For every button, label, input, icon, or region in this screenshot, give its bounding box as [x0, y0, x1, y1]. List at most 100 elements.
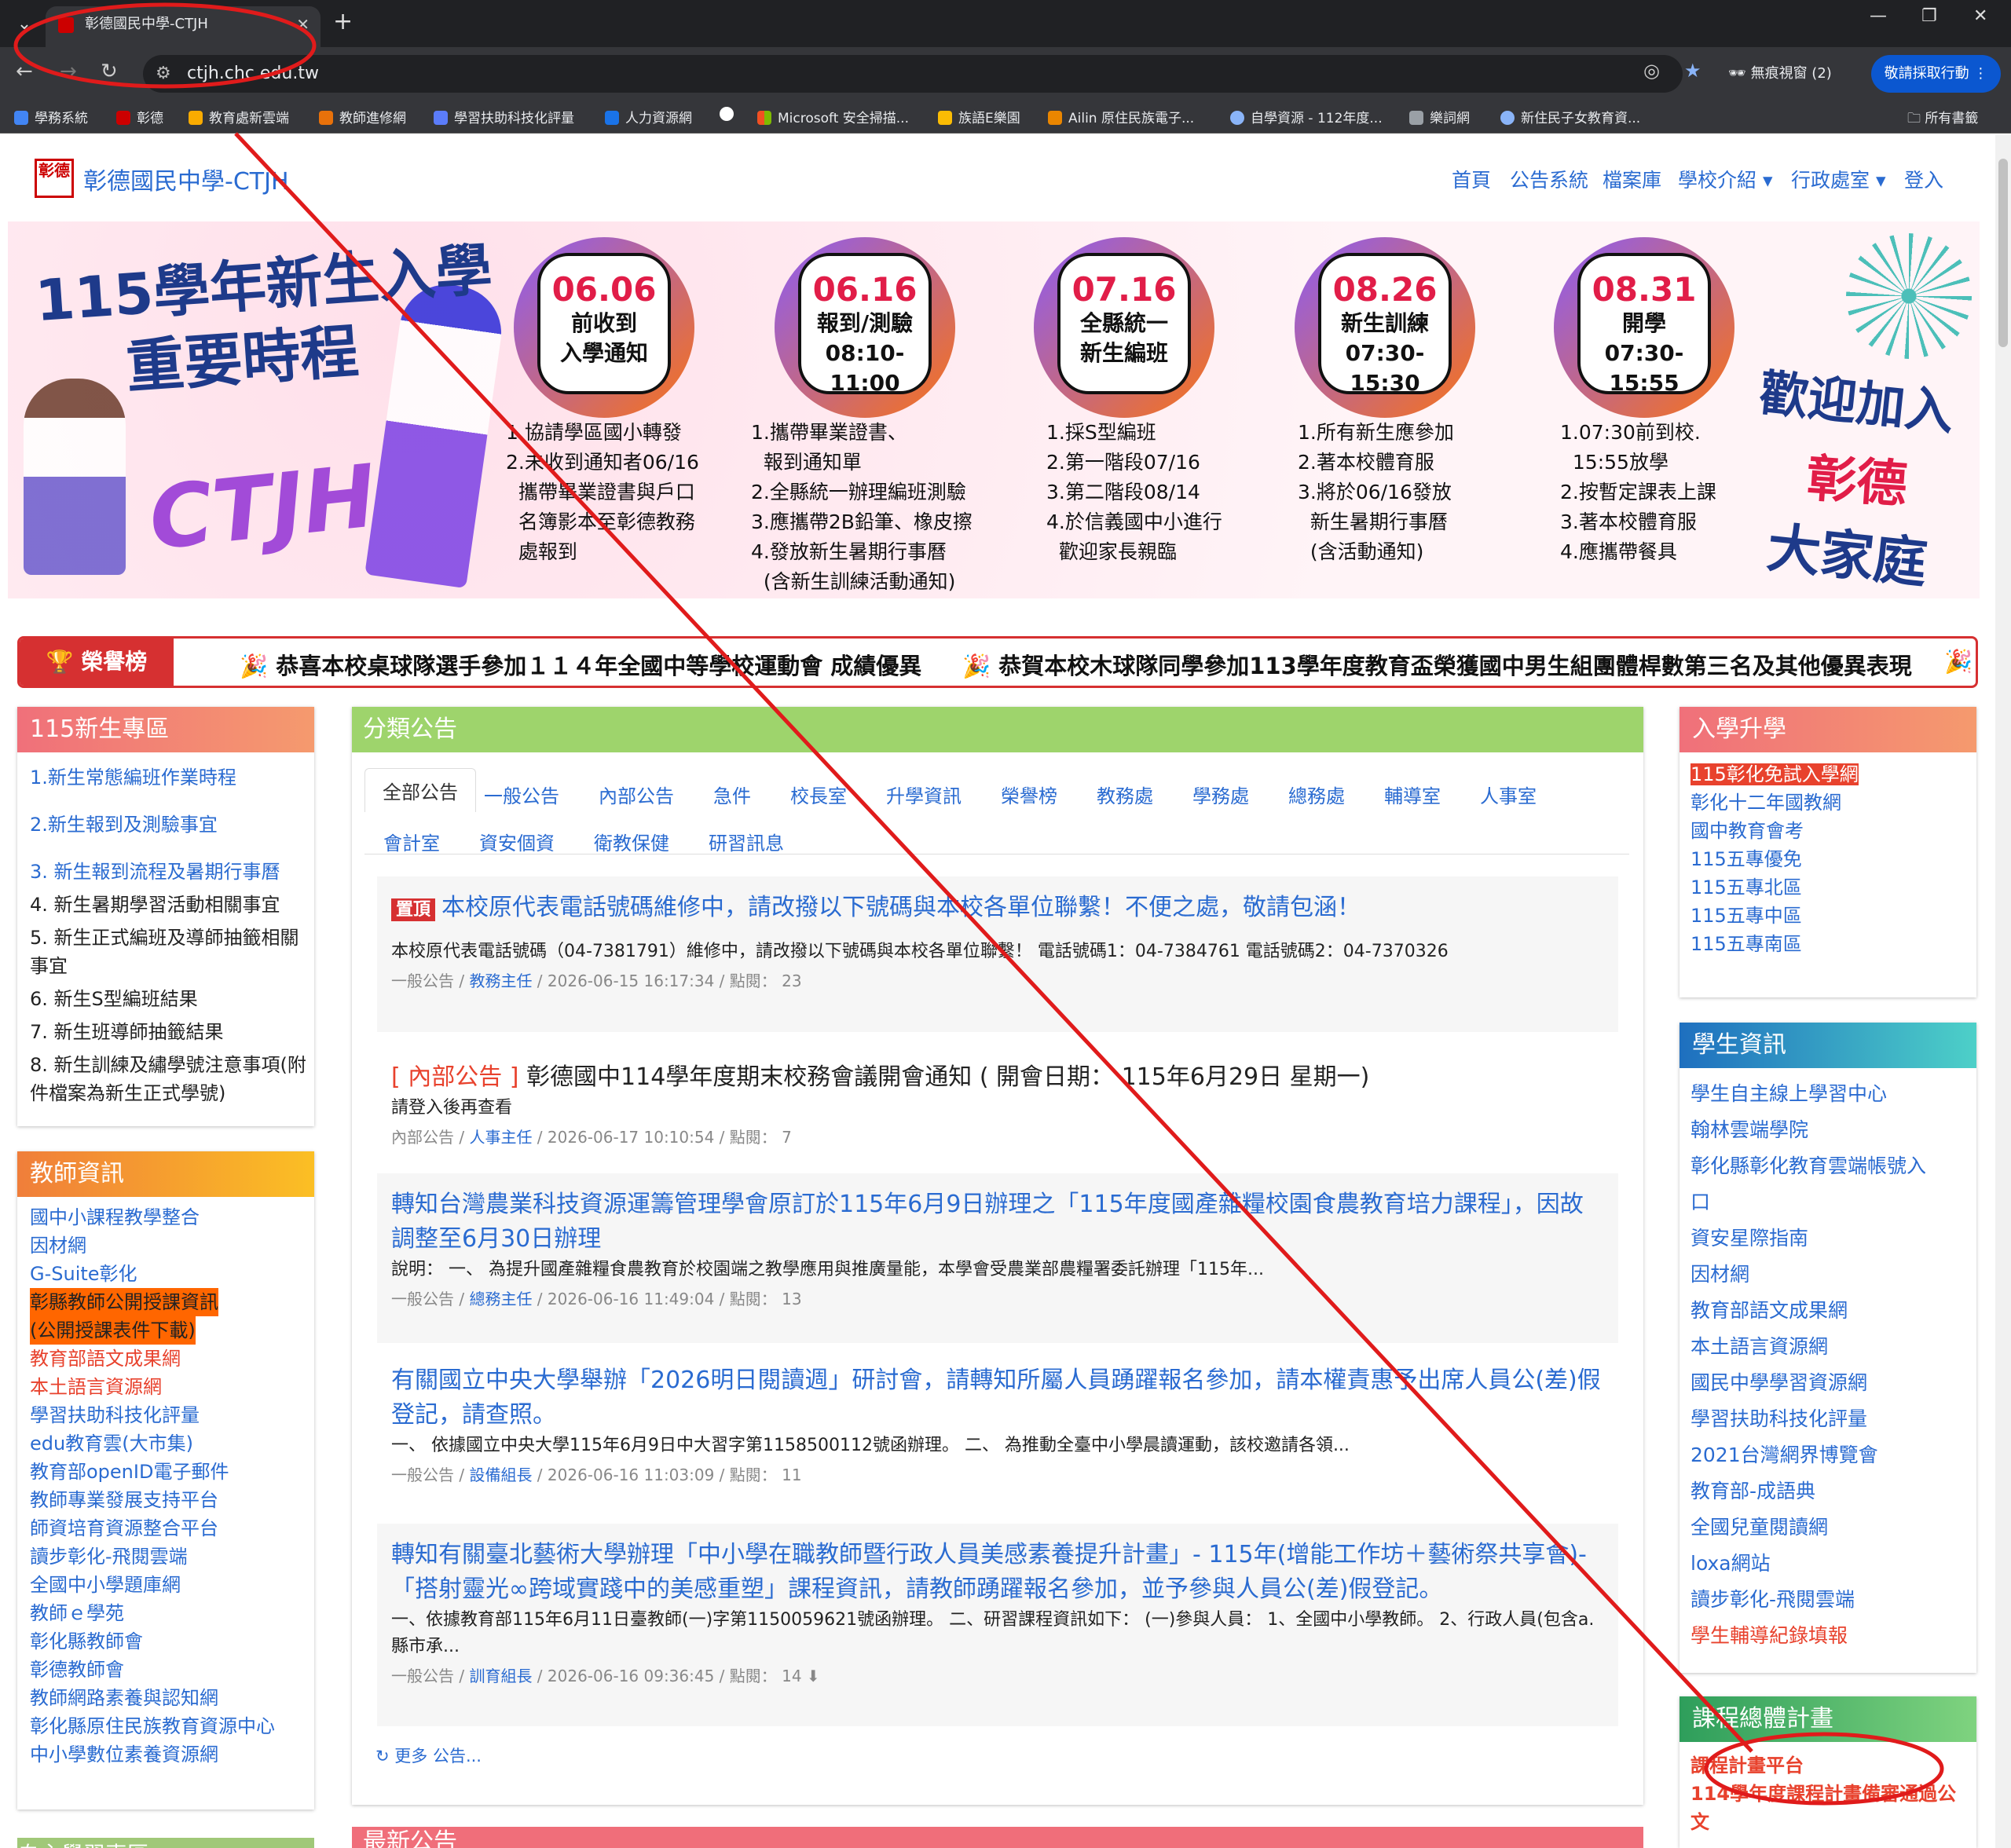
- curriculum-link[interactable]: 文: [1690, 1808, 1965, 1836]
- teacher-link[interactable]: (公開授課表件下載): [30, 1316, 196, 1345]
- list-item[interactable]: 事宜: [30, 952, 302, 980]
- minimize-icon[interactable]: —: [1870, 6, 1887, 26]
- admission-link[interactable]: 115五專北區: [1690, 873, 1965, 902]
- teacher-link[interactable]: 國中小課程教學整合: [30, 1203, 302, 1231]
- post-title-text[interactable]: 本校原代表電話號碼維修中，請改撥以下號碼與本校各單位聯繫！不便之處，敬請包涵！: [441, 894, 1361, 921]
- student-link[interactable]: 全國兒童閱讀網: [1690, 1510, 1965, 1546]
- student-link[interactable]: 口: [1690, 1184, 1965, 1220]
- bookmark-2[interactable]: 彰德: [116, 107, 163, 126]
- close-tab-icon[interactable]: ✕: [296, 6, 310, 42]
- bookmark-11[interactable]: 樂詞網: [1409, 107, 1470, 126]
- teacher-link[interactable]: 學習扶助科技化評量: [30, 1401, 302, 1429]
- post-author[interactable]: 訓育組長: [469, 1667, 532, 1685]
- all-bookmarks[interactable]: 🗀 所有書籤: [1907, 107, 1978, 131]
- new-tab-icon[interactable]: +: [333, 8, 353, 35]
- teacher-link[interactable]: 因材網: [30, 1231, 302, 1260]
- student-link[interactable]: 學生輔導紀錄填報: [1690, 1618, 1965, 1654]
- bookmark-google[interactable]: [720, 107, 740, 123]
- tab-principal[interactable]: 校長室: [790, 781, 847, 808]
- student-link[interactable]: 讀步彰化-飛閱雲端: [1690, 1582, 1965, 1618]
- tab-academic[interactable]: 教務處: [1097, 781, 1153, 808]
- teacher-link[interactable]: 教育部語文成果網: [30, 1345, 302, 1373]
- admission-link[interactable]: 彰化十二年國教網: [1690, 789, 1965, 817]
- tab-all[interactable]: 全部公告: [364, 768, 476, 812]
- student-link[interactable]: 資安星際指南: [1690, 1220, 1965, 1257]
- student-link[interactable]: loxa網站: [1690, 1546, 1965, 1582]
- student-link[interactable]: 國民中學學習資源網: [1690, 1365, 1965, 1401]
- student-link[interactable]: 本土語言資源網: [1690, 1329, 1965, 1365]
- page-scrollbar[interactable]: [1995, 135, 2011, 1848]
- tab-urgent[interactable]: 急件: [713, 781, 751, 808]
- bookmark-3[interactable]: 教育處新雲端: [189, 107, 289, 126]
- post-title-text[interactable]: 彰德國中114學年度期末校務會議開會通知 ( 開會日期： 115年6月29日 星…: [518, 1063, 1369, 1091]
- teacher-link[interactable]: 教師專業發展支持平台: [30, 1486, 302, 1514]
- student-link[interactable]: 翰林雲端學院: [1690, 1112, 1965, 1148]
- tab-infosec[interactable]: 資安個資: [479, 828, 555, 855]
- bookmark-7[interactable]: Microsoft 安全掃描...: [757, 107, 909, 126]
- teacher-link[interactable]: 彰化縣原住民族教育資源中心: [30, 1712, 302, 1740]
- post-title[interactable]: 轉知台灣農業科技資源運籌管理學會原訂於115年6月9日辦理之「115年度國產雜糧…: [391, 1187, 1604, 1257]
- list-item[interactable]: 8. 新生訓練及繡學號注意事項(附: [30, 1051, 306, 1079]
- admission-link[interactable]: 115五專南區: [1690, 930, 1965, 958]
- post-author[interactable]: 總務主任: [469, 1290, 532, 1308]
- forward-icon[interactable]: →: [60, 60, 77, 83]
- tab-accounting[interactable]: 會計室: [383, 828, 440, 855]
- back-icon[interactable]: ←: [16, 60, 33, 83]
- nav-files[interactable]: 檔案庫: [1603, 165, 1661, 193]
- admission-link[interactable]: 115五專優免: [1690, 845, 1965, 873]
- active-tab[interactable]: 彰德國民中學-CTJH ✕: [46, 6, 321, 47]
- post-title[interactable]: 轉知有關臺北藝術大學辦理「中小學在職教師暨行政人員美感素養提升計畫」- 115年…: [391, 1538, 1604, 1607]
- announcement-item[interactable]: 有關國立中央大學舉辦「2026明日閱讀週」研討會，請轉知所屬人員踴躍報名參加，請…: [377, 1349, 1618, 1519]
- tab-training[interactable]: 研習訊息: [709, 828, 784, 855]
- reload-icon[interactable]: ↻: [101, 60, 118, 83]
- list-item[interactable]: 4. 新生暑期學習活動相關事宜: [30, 891, 302, 919]
- bookmark-6[interactable]: 人力資源網: [605, 107, 692, 126]
- star-icon[interactable]: ★: [1684, 60, 1701, 82]
- teacher-link[interactable]: 教師網路素養與認知網: [30, 1684, 302, 1712]
- tab-honor[interactable]: 榮譽榜: [1001, 781, 1057, 808]
- bookmark-9[interactable]: Ailin 原住民族電子...: [1048, 107, 1194, 126]
- list-item[interactable]: 5. 新生正式編班及導師抽籤相關: [30, 924, 302, 952]
- nav-announcements[interactable]: 公告系統: [1510, 165, 1588, 193]
- student-link[interactable]: 教育部-成語典: [1690, 1473, 1965, 1510]
- admission-link[interactable]: 115彰化免試入學網: [1690, 763, 1859, 785]
- tab-student-affairs[interactable]: 學務處: [1192, 781, 1249, 808]
- honor-item[interactable]: 🎉 恭喜本校桌球隊選手參加１１４年全國中等學校運動會 成績優異: [240, 648, 921, 681]
- admission-link[interactable]: 國中教育會考: [1690, 817, 1965, 845]
- teacher-link[interactable]: 彰德教師會: [30, 1656, 302, 1684]
- list-item[interactable]: 件檔案為新生正式學號): [30, 1079, 302, 1107]
- scrollbar-thumb[interactable]: [1998, 159, 2008, 347]
- announcement-item[interactable]: [ 內部公告 ] 彰德國中114學年度期末校務會議開會通知 ( 開會日期： 11…: [377, 1046, 1618, 1187]
- teacher-link[interactable]: 全國中小學題庫網: [30, 1571, 302, 1599]
- bookmark-4[interactable]: 教師進修網: [319, 107, 406, 126]
- nav-login[interactable]: 登入: [1904, 165, 1943, 193]
- student-link[interactable]: 彰化縣彰化教育雲端帳號入: [1690, 1148, 1965, 1184]
- student-link[interactable]: 2021台灣網界博覽會: [1690, 1437, 1965, 1473]
- nav-offices[interactable]: 行政處室 ▾: [1791, 165, 1886, 193]
- bookmark-1[interactable]: 學務系統: [14, 107, 88, 126]
- bookmark-5[interactable]: 學習扶助科技化評量: [434, 107, 574, 126]
- announcement-item[interactable]: 轉知有關臺北藝術大學辦理「中小學在職教師暨行政人員美感素養提升計畫」- 115年…: [377, 1524, 1618, 1726]
- tab-search-icon[interactable]: ⌄: [11, 11, 38, 38]
- student-link[interactable]: 學生自主線上學習中心: [1690, 1076, 1965, 1112]
- teacher-link[interactable]: 師資培育資源整合平台: [30, 1514, 302, 1542]
- tab-general-affairs[interactable]: 總務處: [1288, 781, 1345, 808]
- list-item[interactable]: 2.新生報到及測驗事宜: [30, 811, 302, 839]
- restore-icon[interactable]: ❐: [1921, 6, 1937, 26]
- incognito-indicator[interactable]: 🕶 無痕視窗 (2): [1728, 55, 1832, 93]
- post-author[interactable]: 設備組長: [469, 1466, 532, 1484]
- list-item[interactable]: 3. 新生報到流程及暑期行事曆: [30, 858, 302, 886]
- address-bar[interactable]: ⚙ ctjh.chc.edu.tw: [143, 55, 1683, 93]
- teacher-link[interactable]: 讀步彰化-飛閱雲端: [30, 1542, 302, 1571]
- bookmark-12[interactable]: 新住民子女教育資...: [1500, 107, 1640, 126]
- bookmark-10[interactable]: 自學資源 - 112年度...: [1230, 107, 1383, 126]
- tab-personnel[interactable]: 人事室: [1480, 781, 1537, 808]
- post-author[interactable]: 人事主任: [469, 1128, 532, 1147]
- teacher-link[interactable]: 教育部openID電子郵件: [30, 1458, 302, 1486]
- teacher-link[interactable]: 彰化縣教師會: [30, 1627, 302, 1656]
- close-window-icon[interactable]: ✕: [1973, 6, 1987, 26]
- tab-general[interactable]: 一般公告: [484, 781, 559, 808]
- post-title[interactable]: 有關國立中央大學舉辦「2026明日閱讀週」研討會，請轉知所屬人員踴躍報名參加，請…: [391, 1363, 1604, 1433]
- site-title[interactable]: 彰德國民中學-CTJH: [83, 162, 289, 196]
- admission-link[interactable]: 115五專中區: [1690, 902, 1965, 930]
